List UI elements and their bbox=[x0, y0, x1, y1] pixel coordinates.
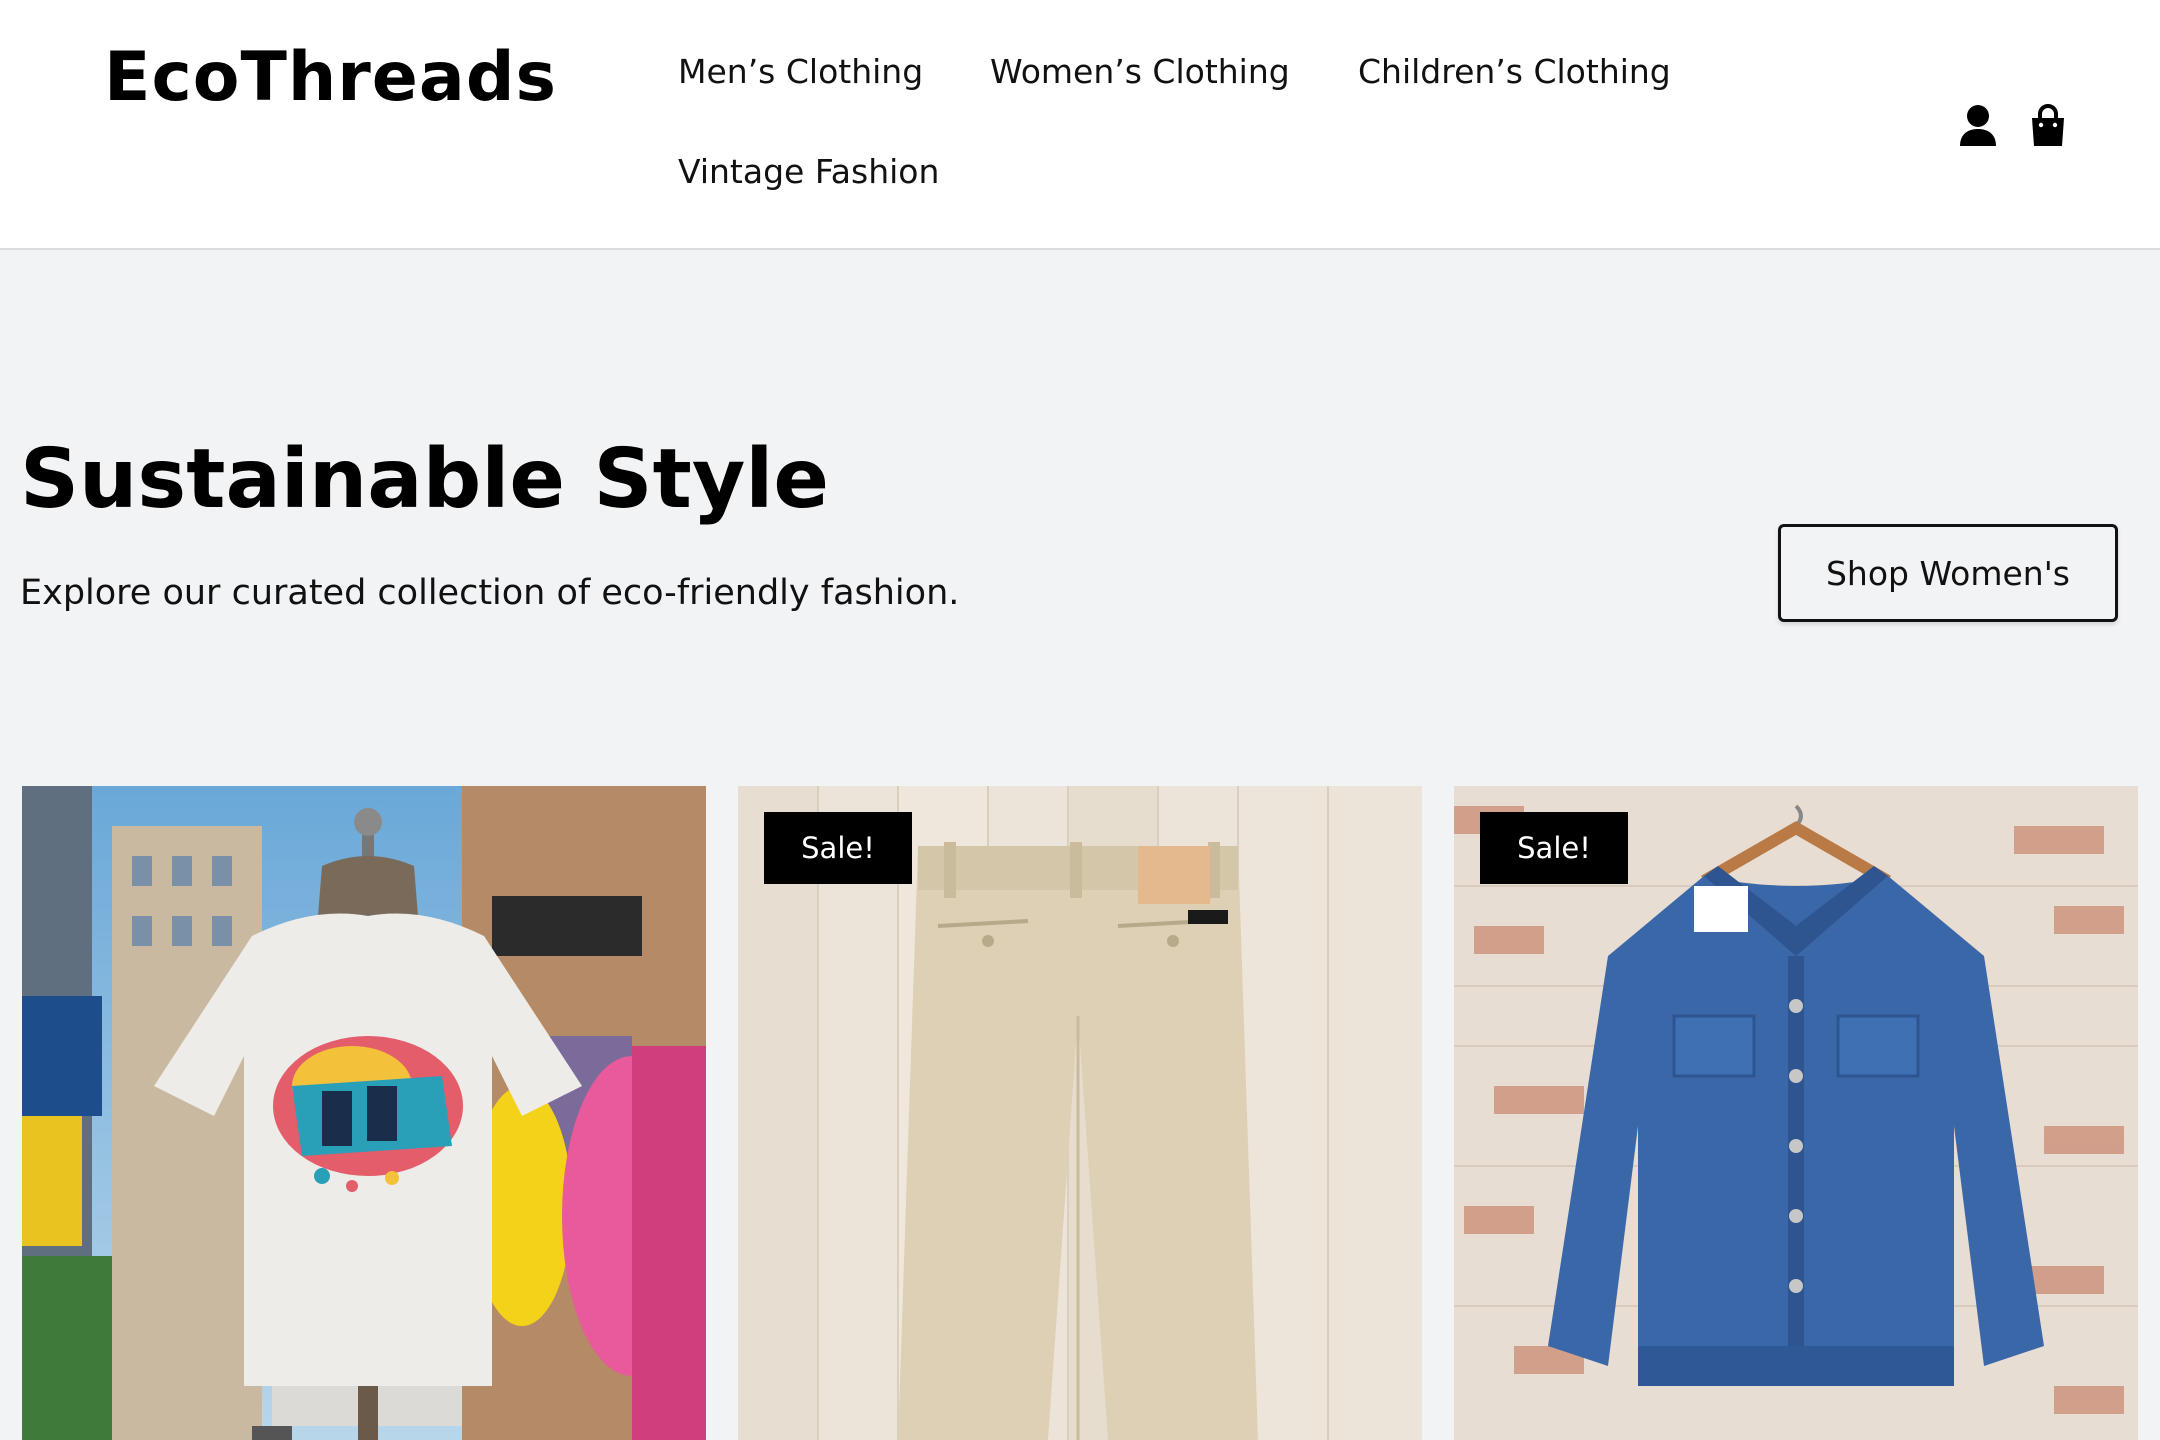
nav-childrens-clothing[interactable]: Children’s Clothing bbox=[1358, 52, 1671, 91]
nav-vintage-fashion[interactable]: Vintage Fashion bbox=[678, 152, 939, 191]
sale-badge: Sale! bbox=[764, 812, 912, 884]
shop-womens-button[interactable]: Shop Women's bbox=[1778, 524, 2118, 622]
hero-title: Sustainable Style bbox=[20, 432, 829, 527]
hero-subtitle: Explore our curated collection of eco-fr… bbox=[20, 573, 960, 613]
shopping-bag-icon[interactable] bbox=[2028, 104, 2068, 148]
product-card-trousers[interactable]: Sale! bbox=[738, 786, 1422, 1440]
product-card-denim-jacket[interactable]: Sale! bbox=[1454, 786, 2138, 1440]
site-logo[interactable]: EcoThreads bbox=[104, 38, 557, 117]
product-image-trousers bbox=[738, 786, 1422, 1440]
nav-mens-clothing[interactable]: Men’s Clothing bbox=[678, 52, 923, 91]
product-card-tshirt[interactable] bbox=[22, 786, 706, 1440]
product-image-tshirt bbox=[22, 786, 706, 1440]
site-header: EcoThreads Men’s Clothing Women’s Clothi… bbox=[0, 0, 2160, 250]
account-icon[interactable] bbox=[1958, 104, 1998, 148]
nav-womens-clothing[interactable]: Women’s Clothing bbox=[990, 52, 1290, 91]
product-image-denim-jacket bbox=[1454, 786, 2138, 1440]
sale-badge: Sale! bbox=[1480, 812, 1628, 884]
